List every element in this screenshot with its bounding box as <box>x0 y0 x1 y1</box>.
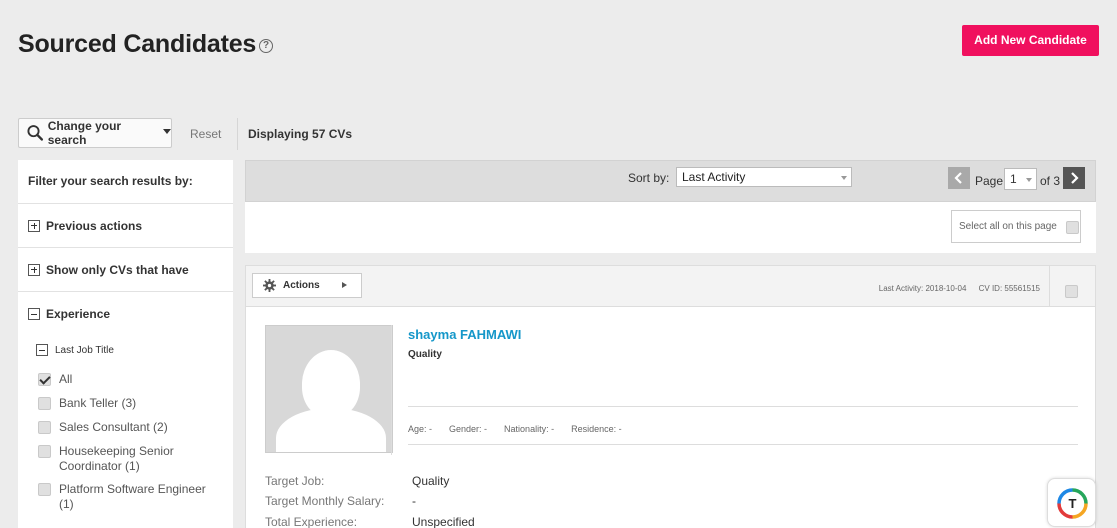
card-meta: Last Activity: 2018-10-04 CV ID: 5556151… <box>869 284 1040 293</box>
detail-value: - <box>412 494 416 508</box>
sub-section-label: Last Job Title <box>55 344 114 356</box>
filter-last-job-title[interactable]: Last Job Title <box>18 338 233 362</box>
help-icon[interactable]: ? <box>259 39 273 53</box>
sort-value: Last Activity <box>682 170 746 184</box>
detail-value: Unspecified <box>412 515 475 528</box>
filter-option[interactable]: Housekeeping Senior Coordinator (1) <box>18 444 233 482</box>
filter-option-all[interactable]: All <box>18 372 233 396</box>
results-count: Displaying 57 CVs <box>248 127 353 141</box>
option-label: All <box>59 372 73 386</box>
filter-show-only-cvs[interactable]: Show only CVs that have <box>18 248 233 292</box>
detail-label: Total Experience: <box>265 515 358 528</box>
toolbar-divider <box>237 118 238 150</box>
divider <box>391 325 392 455</box>
section-label: Previous actions <box>46 218 143 233</box>
chevron-down-icon <box>841 176 847 180</box>
chevron-right-icon <box>342 282 347 288</box>
divider <box>408 406 1078 407</box>
candidate-name-link[interactable]: shayma FAHMAWI <box>408 327 521 342</box>
page-select[interactable]: 1 <box>1004 168 1037 190</box>
add-new-candidate-button[interactable]: Add New Candidate <box>962 25 1099 56</box>
sort-label: Sort by: <box>628 171 670 185</box>
filter-option[interactable]: Bank Teller (3) <box>18 396 233 420</box>
change-search-button[interactable]: Change your search <box>18 118 172 148</box>
reset-link[interactable]: Reset <box>190 127 221 141</box>
filter-previous-actions[interactable]: Previous actions <box>18 204 233 248</box>
chat-widget-button[interactable]: T <box>1047 478 1096 527</box>
filter-experience[interactable]: Experience <box>18 292 233 336</box>
checkbox[interactable] <box>38 421 51 434</box>
chevron-right-icon <box>1071 172 1079 184</box>
cv-id: CV ID: 55561515 <box>978 284 1040 293</box>
change-search-label: Change your search <box>47 119 122 147</box>
checkbox[interactable] <box>38 483 51 496</box>
search-icon <box>27 125 44 141</box>
chevron-down-icon <box>1026 178 1032 182</box>
checkbox[interactable] <box>38 445 51 458</box>
svg-text:T: T <box>1069 496 1077 511</box>
detail-label: Target Monthly Salary: <box>265 494 385 508</box>
last-activity: Last Activity: 2018-10-04 <box>878 284 967 293</box>
select-all-label: Select all on this page <box>959 221 1057 232</box>
candidate-select-checkbox[interactable] <box>1065 285 1078 298</box>
expand-plus-icon <box>28 263 40 276</box>
filter-heading: Filter your search results by: <box>18 160 233 204</box>
section-label: Experience <box>46 307 111 321</box>
next-page-button[interactable] <box>1063 167 1085 189</box>
select-all-checkbox[interactable] <box>1065 220 1079 234</box>
chevron-left-icon <box>954 172 962 184</box>
candidate-card: Actions Last Activity: 2018-10-04 CV ID:… <box>245 265 1096 528</box>
option-label: Housekeeping Senior Coordinator (1) <box>59 444 174 473</box>
expand-plus-icon <box>28 219 40 232</box>
divider <box>1049 266 1050 307</box>
actions-label: Actions <box>283 280 320 291</box>
filter-sidebar: Filter your search results by: Previous … <box>18 160 233 528</box>
page-label: Page <box>975 174 1004 188</box>
sort-bar: Sort by: Last Activity Page 1 of 3 <box>245 160 1096 202</box>
collapse-minus-icon <box>28 308 40 320</box>
option-label: Platform Software Engineer (1) <box>59 482 206 511</box>
page-value: 1 <box>1010 172 1017 186</box>
gender: Gender: - <box>449 424 488 434</box>
prev-page-button[interactable] <box>948 167 970 189</box>
gear-icon <box>263 279 276 292</box>
chevron-down-icon <box>163 128 171 134</box>
option-label: Sales Consultant (2) <box>59 420 168 434</box>
residence: Residence: - <box>571 424 622 434</box>
option-label: Bank Teller (3) <box>59 396 137 410</box>
checkbox-checked[interactable] <box>38 373 51 386</box>
select-all-bar: Select all on this page <box>245 202 1096 253</box>
avatar <box>265 325 393 453</box>
section-label: Show only CVs that have <box>46 262 189 277</box>
select-all-toggle[interactable]: Select all on this page <box>951 210 1081 243</box>
checkbox[interactable] <box>38 397 51 410</box>
candidate-info-row: Age: - Gender: - Nationality: - Residenc… <box>408 424 622 434</box>
sort-select[interactable]: Last Activity <box>676 167 852 187</box>
collapse-minus-icon <box>36 344 48 356</box>
divider <box>408 444 1078 445</box>
page-total: of 3 <box>1040 174 1061 188</box>
detail-label: Target Job: <box>265 474 325 488</box>
age: Age: - <box>408 424 433 434</box>
card-header: Actions Last Activity: 2018-10-04 CV ID:… <box>246 266 1095 307</box>
page-title: Sourced Candidates <box>18 30 257 58</box>
filter-option[interactable]: Sales Consultant (2) <box>18 420 233 444</box>
avatar-body <box>276 408 386 452</box>
chat-logo-icon: T <box>1057 488 1088 519</box>
actions-button[interactable]: Actions <box>252 273 362 298</box>
detail-value: Quality <box>412 474 450 488</box>
nationality: Nationality: - <box>504 424 555 434</box>
filter-option[interactable]: Platform Software Engineer (1) <box>18 482 233 520</box>
candidate-title: Quality <box>408 349 442 360</box>
